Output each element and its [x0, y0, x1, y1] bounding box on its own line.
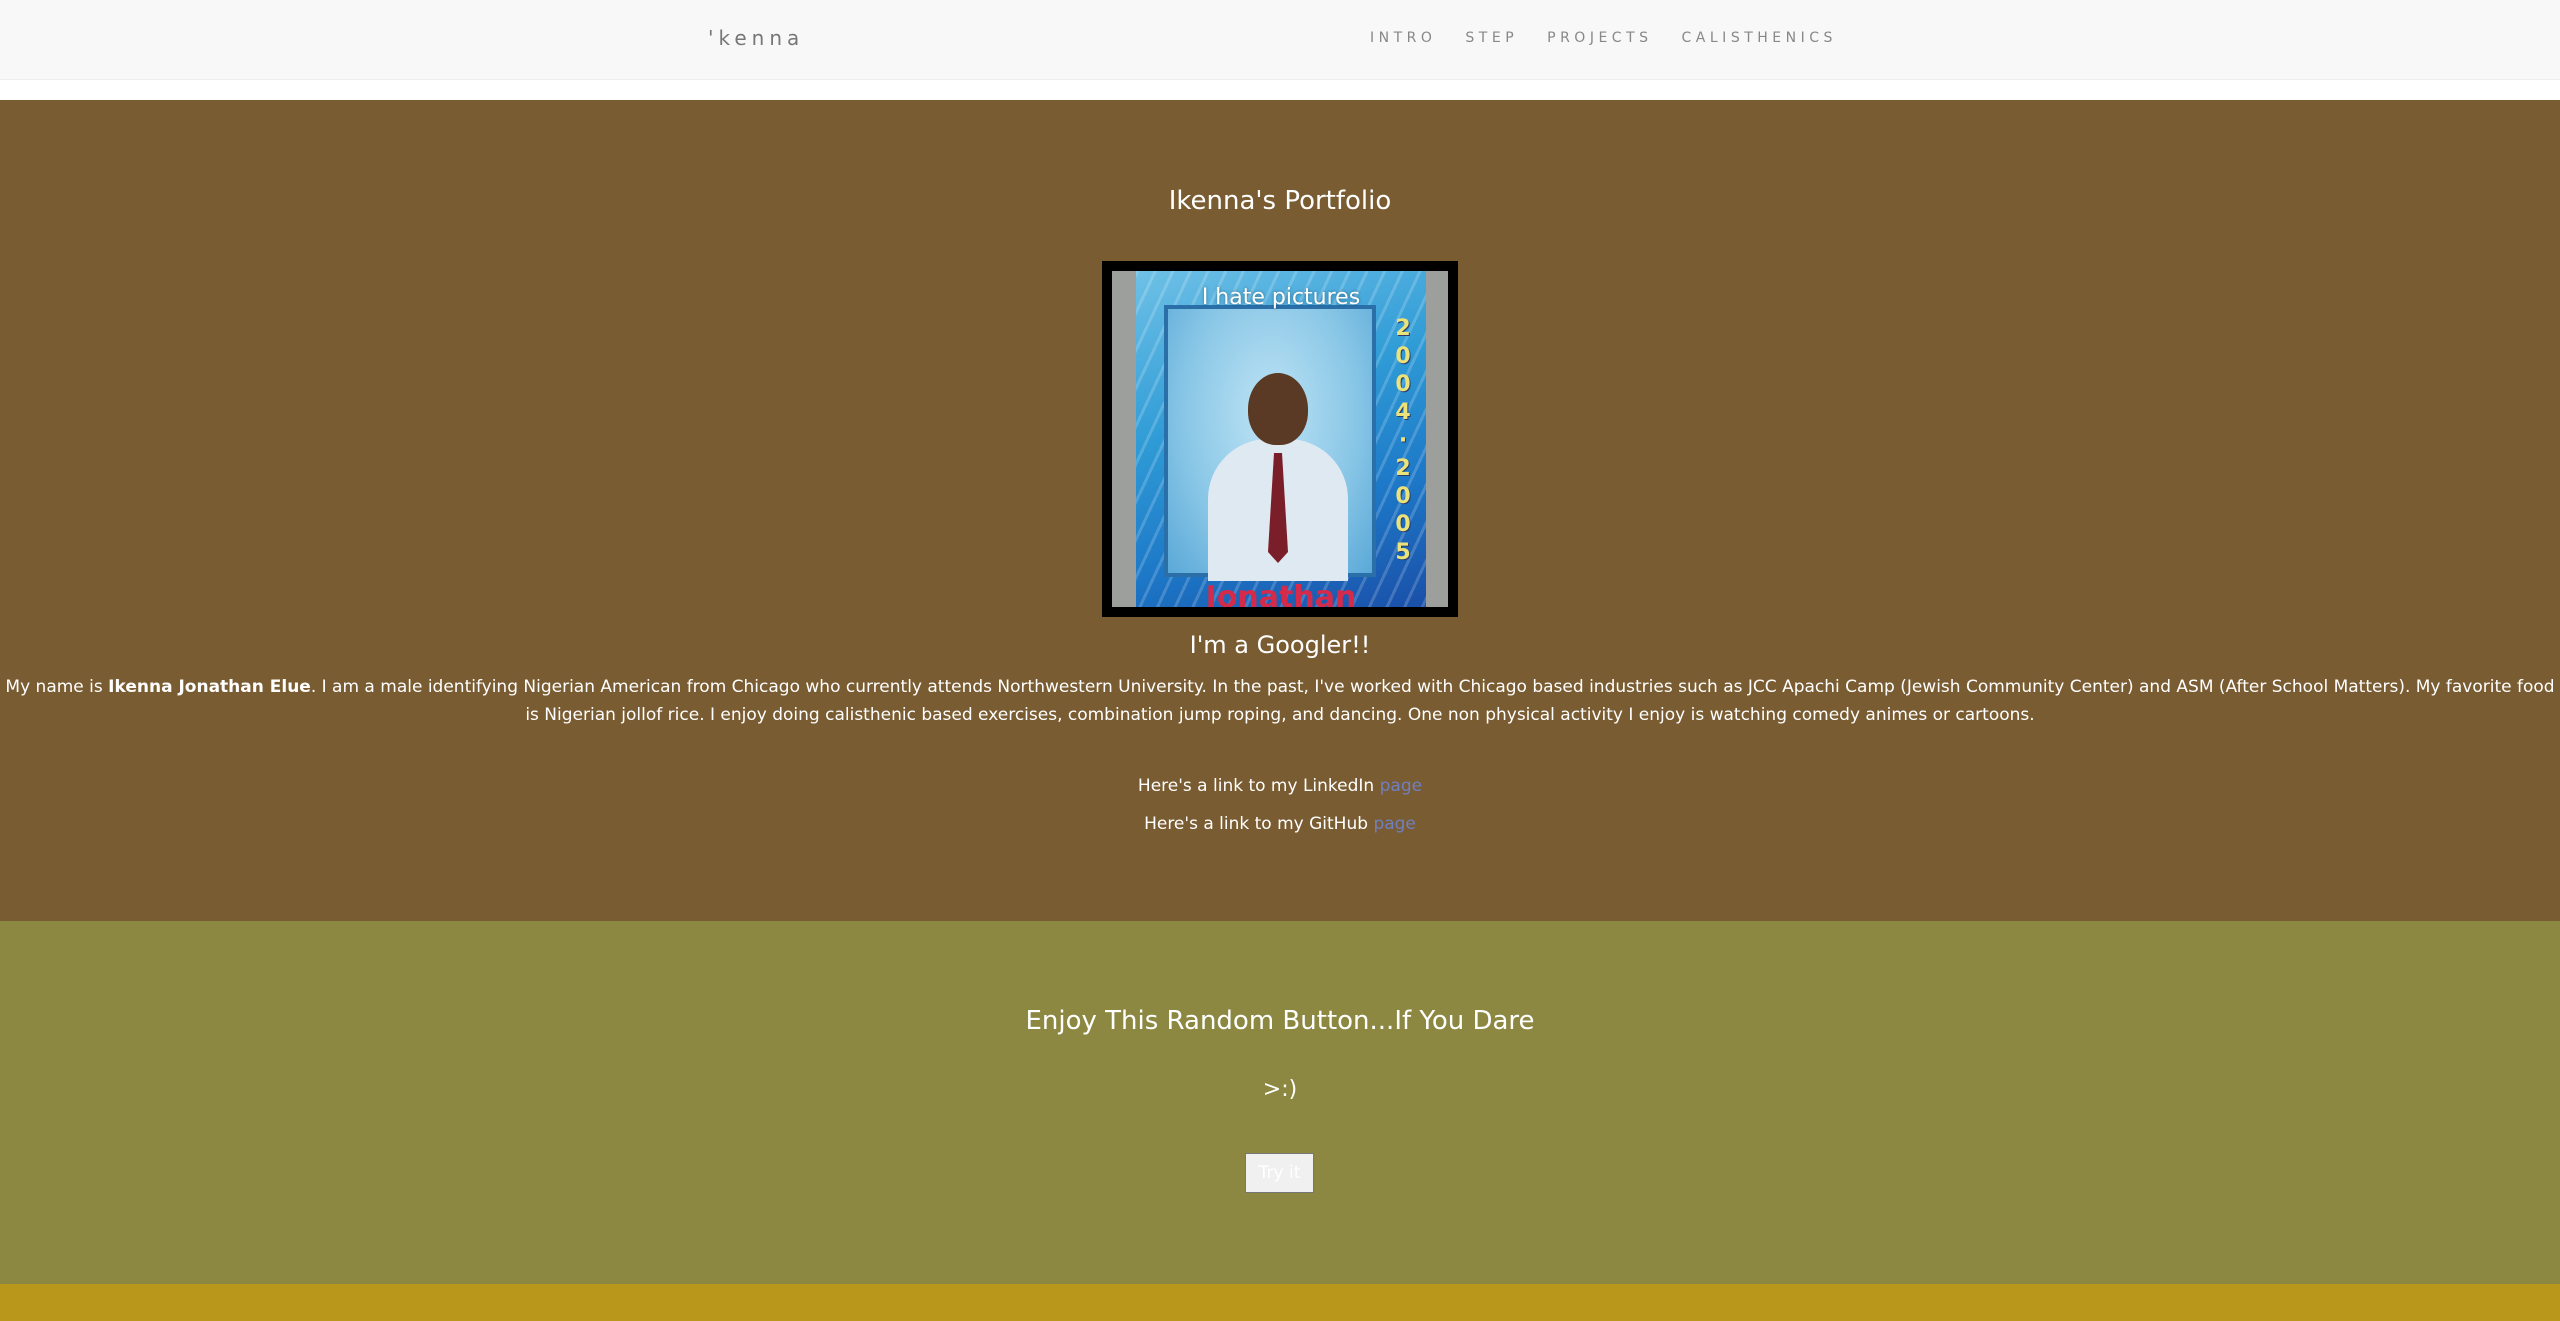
random-button-heading: Enjoy This Random Button...If You Dare — [1025, 1006, 1535, 1036]
photo-card: I hate pictures 2004 · 2005 Jonathan — [1136, 271, 1426, 607]
nav-link-intro[interactable]: INTRO — [1370, 30, 1436, 46]
profile-photo: I hate pictures 2004 · 2005 Jonathan — [1112, 271, 1448, 607]
photo-years: 2004 · 2005 — [1395, 316, 1411, 565]
github-line: Here's a link to my GitHub page — [0, 814, 2560, 834]
github-text: Here's a link to my GitHub — [1144, 814, 1374, 834]
page-title: Ikenna's Portfolio — [1168, 186, 1392, 216]
linkedin-text: Here's a link to my LinkedIn — [1137, 776, 1380, 796]
photo-portrait — [1164, 305, 1376, 581]
bio-name: Ikenna Jonathan Elue — [108, 677, 311, 697]
linkedin-line: Here's a link to my LinkedIn page — [0, 776, 2560, 796]
next-section-strip — [0, 1284, 2560, 1321]
nav-link-step[interactable]: STEP — [1465, 30, 1518, 46]
bio-text: . I am a male identifying Nigerian Ameri… — [310, 677, 2555, 725]
emoticon-text: >:) — [1262, 1077, 1298, 1102]
nav-link-calisthenics[interactable]: CALISTHENICS — [1682, 30, 1837, 46]
photo-caption: I hate pictures — [1201, 285, 1361, 310]
googler-heading: I'm a Googler!! — [1189, 631, 1371, 659]
top-navbar: 'kenna INTRO STEP PROJECTS CALISTHENICS — [0, 0, 2560, 80]
intro-section: Ikenna's Portfolio I hate pictures 2004 … — [0, 100, 2560, 921]
nav-link-projects[interactable]: PROJECTS — [1547, 30, 1652, 46]
try-it-button[interactable]: Try it — [1245, 1153, 1314, 1193]
profile-photo-frame: I hate pictures 2004 · 2005 Jonathan — [1102, 261, 1458, 617]
photo-name: Jonathan — [1205, 580, 1357, 607]
bio-paragraph: My name is Ikenna Jonathan Elue. I am a … — [0, 673, 2560, 729]
nav-links: INTRO STEP PROJECTS CALISTHENICS — [1370, 30, 1837, 46]
portrait-head — [1248, 373, 1308, 445]
random-button-section: Enjoy This Random Button...If You Dare >… — [0, 921, 2560, 1284]
linkedin-link[interactable]: page — [1380, 776, 1422, 796]
github-link[interactable]: page — [1373, 814, 1415, 834]
bio-prefix: My name is — [5, 677, 109, 697]
brand-logo[interactable]: 'kenna — [708, 26, 804, 50]
